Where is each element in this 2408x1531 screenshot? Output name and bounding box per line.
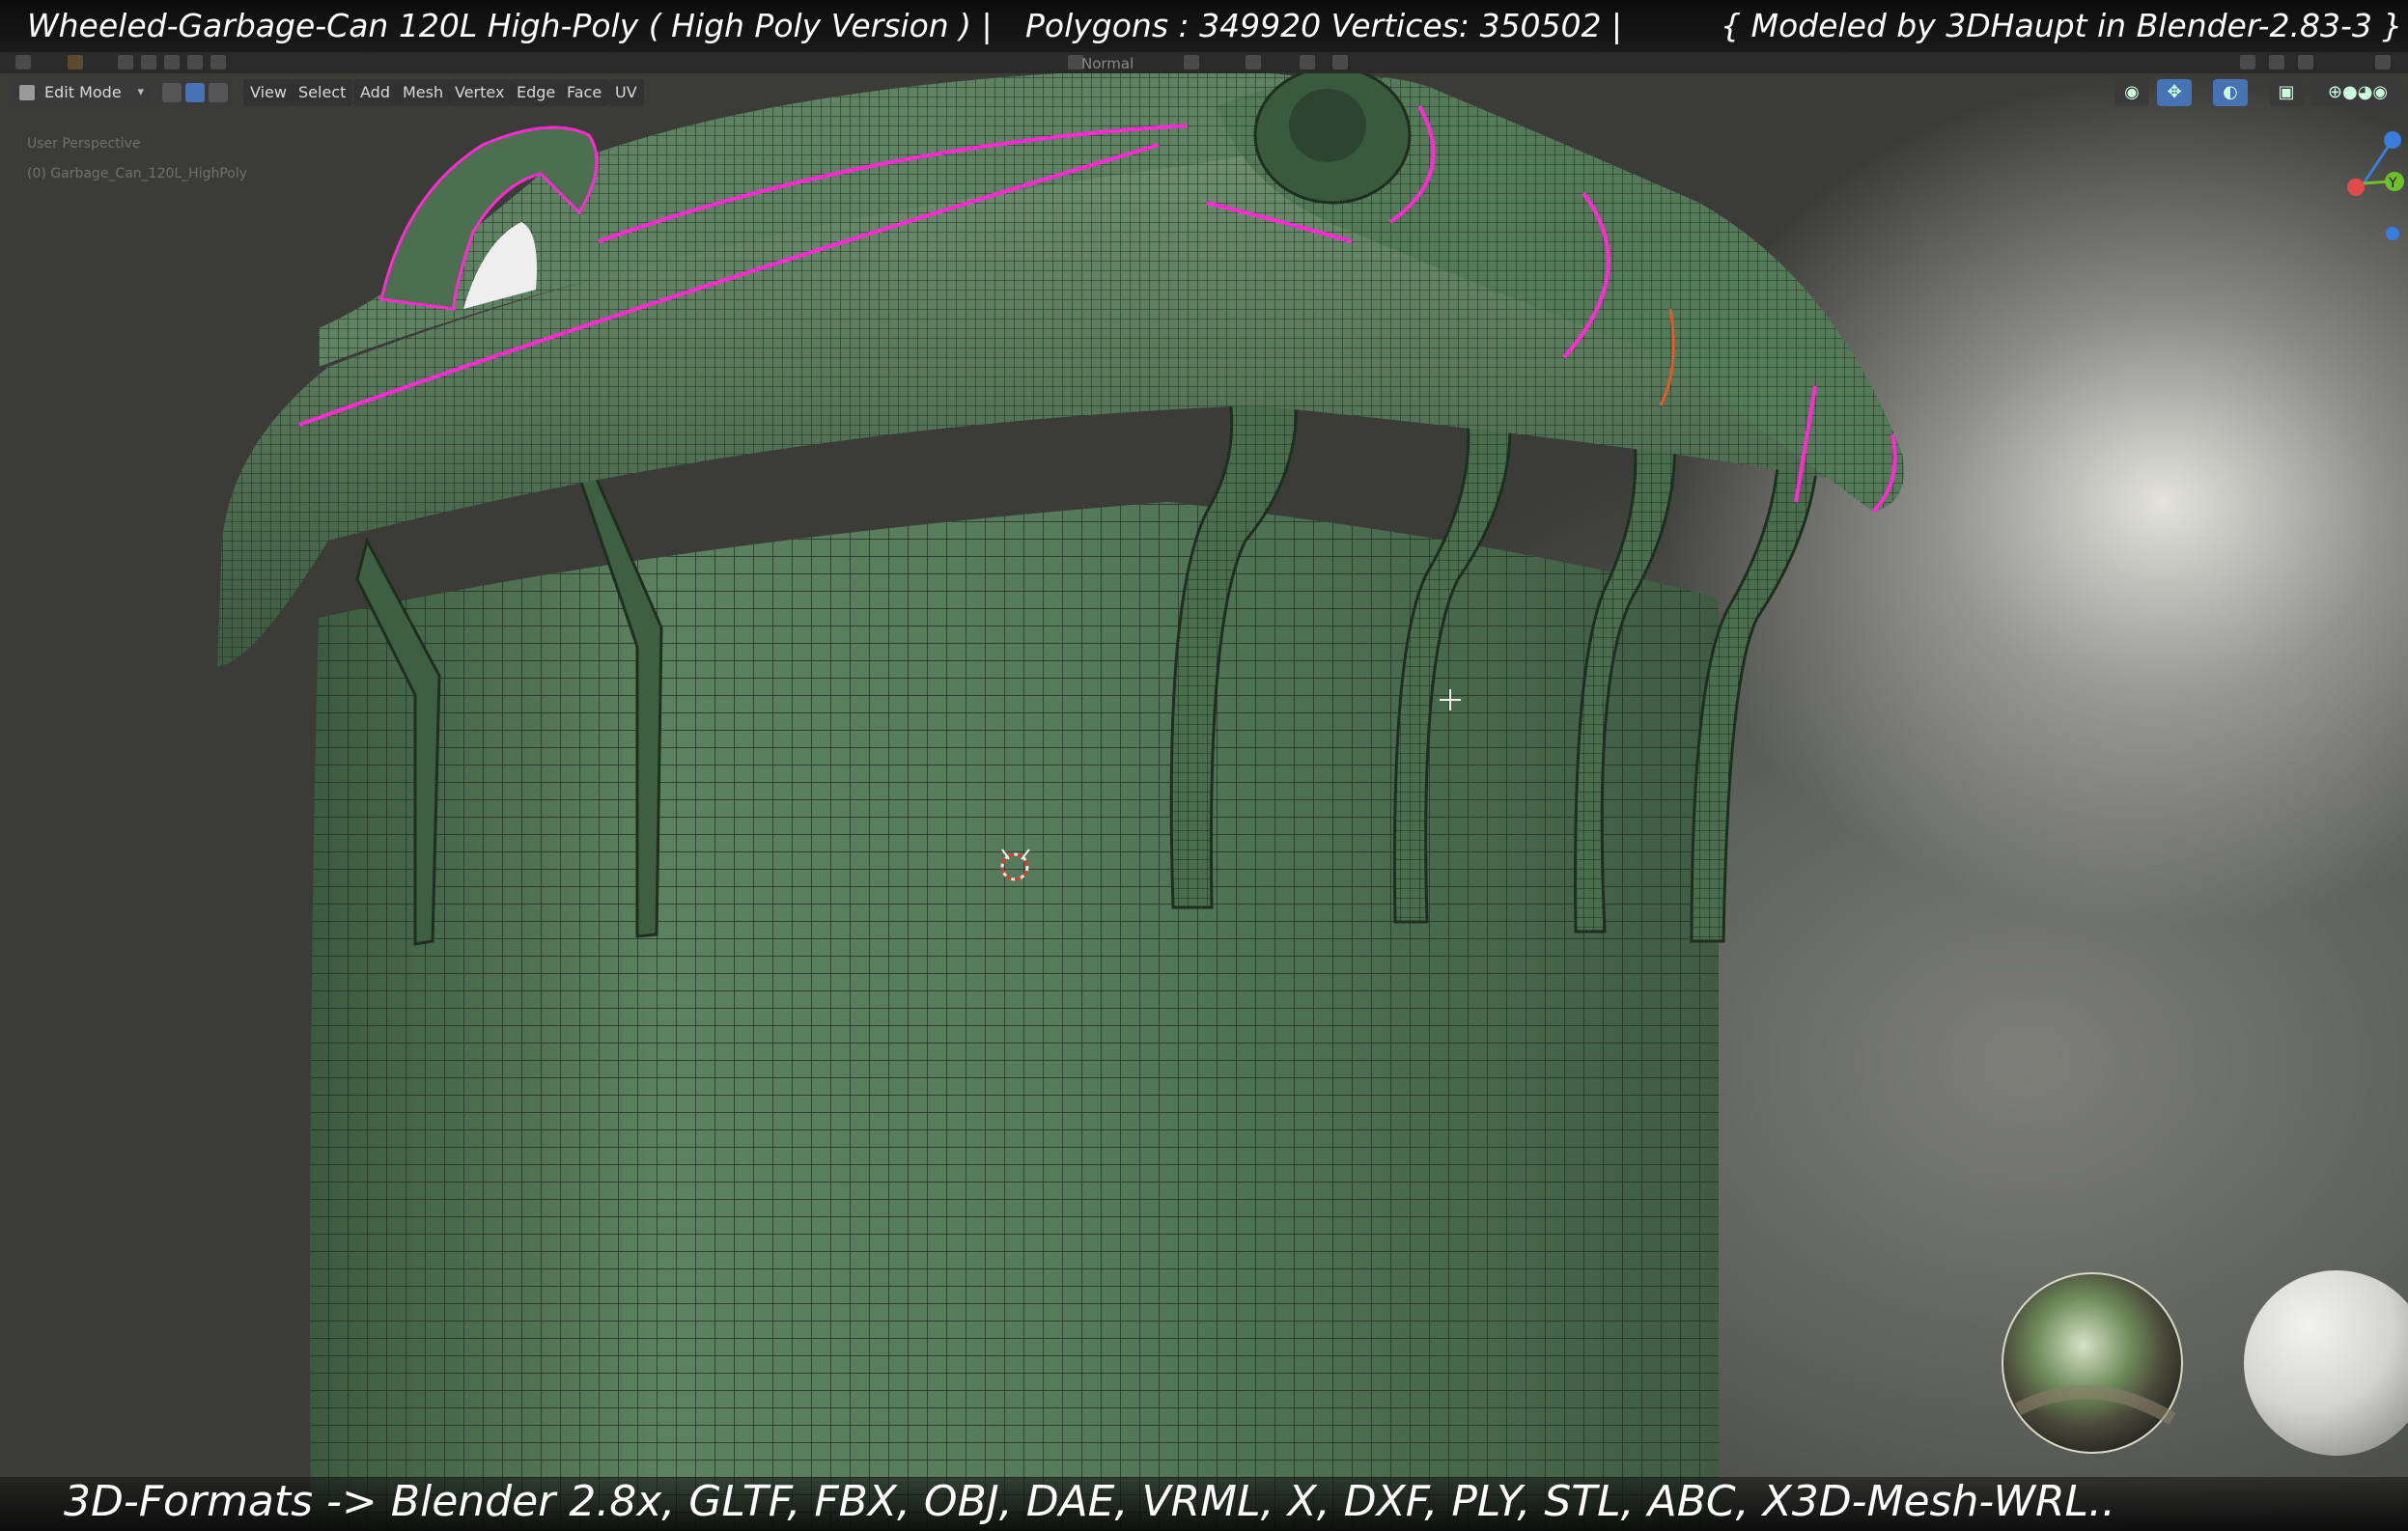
xray-toggle-icon[interactable]: ▣	[2269, 79, 2304, 106]
select-mode-group	[158, 79, 232, 106]
lookdev-hdri-sphere-icon[interactable]	[2002, 1272, 2183, 1454]
select-tool-icon[interactable]	[68, 55, 83, 70]
viewport-header: Edit Mode ▾ View Select Add Mesh Vertex …	[0, 79, 2408, 112]
menu-add[interactable]: Add	[353, 79, 397, 106]
pivot-icon[interactable]	[1184, 55, 1199, 70]
gizmo-y-label: Y	[2388, 176, 2397, 191]
active-object-label: (0) Garbage_Can_120L_HighPoly	[27, 166, 248, 181]
select-extend-icon[interactable]	[141, 55, 156, 70]
garbage-can-model[interactable]	[0, 0, 2408, 1531]
title-credit: { Modeled by 3DHaupt in Blender-2.83-3 }	[1721, 7, 2403, 44]
face-select-icon[interactable]	[209, 83, 228, 102]
select-subtract-icon[interactable]	[164, 55, 180, 70]
vertex-select-icon[interactable]	[162, 83, 182, 102]
select-invert-icon[interactable]	[187, 55, 203, 70]
mode-select[interactable]: Edit Mode ▾	[12, 79, 152, 106]
edit-mode-icon	[19, 85, 35, 100]
tool-header: Normal	[0, 52, 2408, 73]
menu-face[interactable]: Face	[560, 79, 609, 106]
mode-label: Edit Mode	[44, 83, 122, 101]
lookdev-white-sphere-icon[interactable]	[2244, 1270, 2408, 1456]
overlay-toggle-icon[interactable]: ◐	[2213, 79, 2248, 106]
menu-vertex[interactable]: Vertex	[448, 79, 512, 106]
snap-icon[interactable]	[1246, 55, 1261, 70]
mirror-z-icon[interactable]	[2298, 55, 2313, 70]
editor-type-icon[interactable]	[15, 55, 31, 70]
mirror-y-icon[interactable]	[2269, 55, 2284, 70]
transform-orientation-select[interactable]: Normal	[1081, 55, 1134, 72]
chevron-down-icon: ▾	[137, 85, 144, 99]
menu-view[interactable]: View	[243, 79, 294, 106]
select-box-icon[interactable]	[118, 55, 133, 70]
title-model-name: Wheeled-Garbage-Can 120L High-Poly ( Hig…	[27, 7, 993, 44]
select-intersect-icon[interactable]	[210, 55, 226, 70]
view-perspective-label: User Perspective	[27, 136, 141, 152]
edge-select-icon[interactable]	[185, 83, 205, 102]
menu-uv[interactable]: UV	[608, 79, 644, 106]
navigation-gizmo-icon[interactable]: Y	[2327, 125, 2404, 241]
menu-edge[interactable]: Edge	[510, 79, 563, 106]
export-formats-text: 3D-Formats -> Blender 2.8x, GLTF, FBX, O…	[64, 1477, 2116, 1526]
proportional-edit-icon[interactable]	[1300, 55, 1315, 70]
title-mesh-stats: Polygons : 349920 Vertices: 350502 |	[1025, 7, 1623, 44]
mirror-x-icon[interactable]	[2240, 55, 2255, 70]
3d-viewport[interactable]: Wheeled-Garbage-Can 120L High-Poly ( Hig…	[0, 0, 2408, 1531]
formats-banner: 3D-Formats -> Blender 2.8x, GLTF, FBX, O…	[0, 1477, 2408, 1531]
video-title-banner: Wheeled-Garbage-Can 120L High-Poly ( Hig…	[0, 0, 2408, 52]
options-icon[interactable]	[2375, 55, 2391, 70]
falloff-icon[interactable]	[1332, 55, 1348, 70]
shading-mode-icons[interactable]: ⊕●◕◉	[2311, 79, 2404, 106]
viewport-overlay-text: User Perspective (0) Garbage_Can_120L_Hi…	[27, 129, 247, 189]
menu-mesh[interactable]: Mesh	[396, 79, 451, 106]
menu-select[interactable]: Select	[292, 79, 353, 106]
object-visibility-icon[interactable]: ◉	[2114, 79, 2149, 106]
gizmo-toggle-icon[interactable]: ✥	[2157, 79, 2192, 106]
